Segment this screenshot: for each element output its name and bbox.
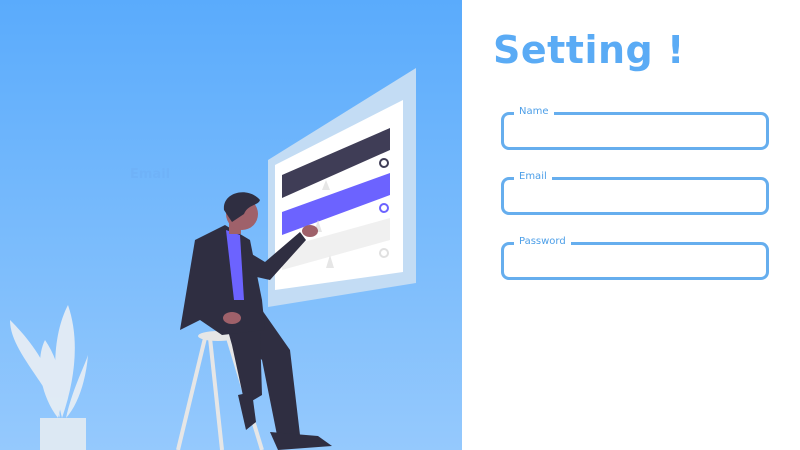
plant-pot	[40, 418, 86, 450]
person-figure	[180, 192, 332, 450]
name-field-label: Name	[514, 106, 554, 118]
password-field-label: Password	[514, 236, 571, 248]
ghost-email-label: Email	[130, 167, 171, 182]
email-field[interactable]: Email	[501, 171, 769, 215]
settings-form-panel: Setting ! Name Email Password	[462, 0, 800, 450]
email-field-label: Email	[514, 171, 552, 183]
name-field[interactable]: Name	[501, 106, 769, 150]
settings-illustration	[10, 68, 416, 450]
page-title: Setting !	[493, 28, 685, 72]
password-field[interactable]: Password	[501, 236, 769, 280]
name-input[interactable]	[512, 121, 762, 143]
password-input[interactable]	[512, 251, 762, 273]
hero-illustration-panel: Email	[0, 0, 462, 450]
plant-leaves	[10, 305, 88, 418]
email-input[interactable]	[512, 186, 762, 208]
